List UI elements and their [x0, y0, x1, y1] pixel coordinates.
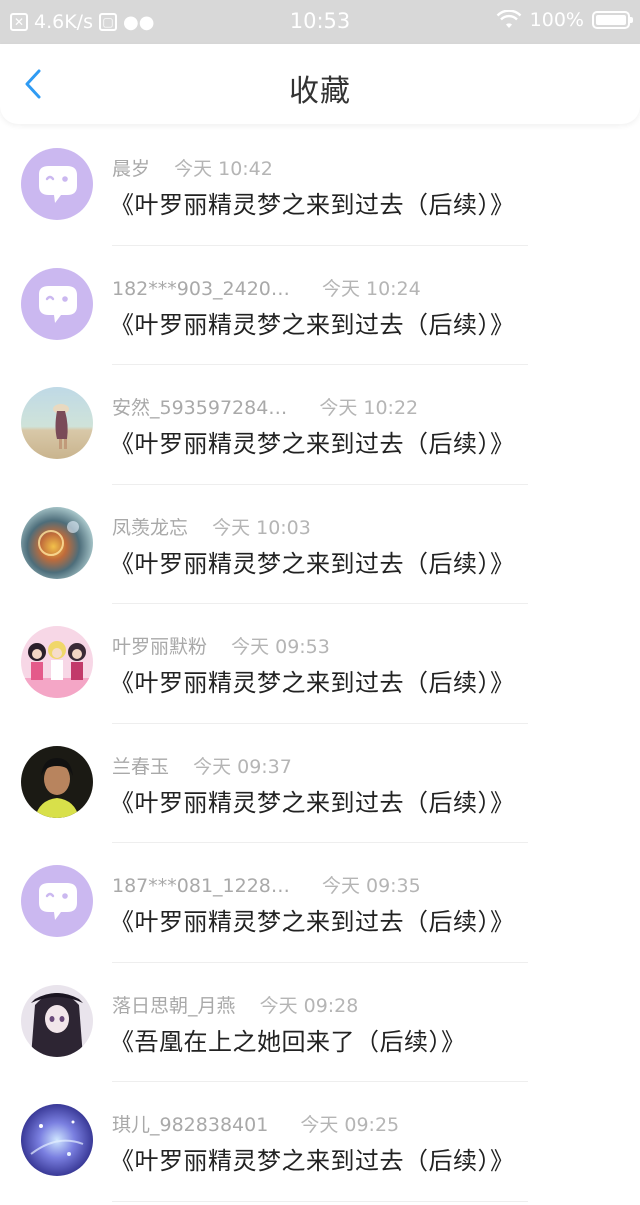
status-bar: ✕ 4.6K/s ▢ ●● 10:53 100%	[0, 0, 640, 44]
post-time: 今天 10:22	[319, 397, 419, 419]
user-name[interactable]: 182***903_2420…	[112, 278, 290, 300]
list-item[interactable]: 兰春玉 今天 09:37 《叶罗丽精灵梦之来到过去（后续）》	[0, 724, 640, 843]
divider	[112, 1200, 528, 1202]
list-item[interactable]: 凤羡龙忘 今天 10:03 《叶罗丽精灵梦之来到过去（后续）》	[0, 485, 640, 604]
nav-bar: 收藏	[0, 44, 640, 124]
galaxy-photo-avatar[interactable]	[21, 1104, 93, 1176]
post-time: 今天 09:53	[231, 636, 330, 658]
status-right: 100%	[496, 9, 633, 31]
battery-icon	[592, 11, 633, 29]
user-name[interactable]: 安然_593597284…	[112, 393, 287, 420]
item-meta: 安然_593597284… 今天 10:22	[112, 393, 418, 420]
post-time: 今天 09:28	[259, 994, 359, 1017]
favorites-list: 晨岁 今天 10:42 《叶罗丽精灵梦之来到过去（后续）》 182***903_…	[0, 126, 640, 1202]
item-meta: 叶罗丽默粉 今天 09:53	[112, 632, 330, 659]
item-title[interactable]: 《吾凰在上之她回来了（后续）》	[110, 1022, 466, 1057]
item-meta: 兰春玉 今天 09:37	[112, 752, 292, 779]
item-meta: 琪儿_982838401 今天 09:25	[112, 1110, 399, 1137]
item-title[interactable]: 《叶罗丽精灵梦之来到过去（后续）》	[110, 424, 515, 459]
list-item[interactable]: 安然_593597284… 今天 10:22 《叶罗丽精灵梦之来到过去（后续）》	[0, 365, 640, 485]
list-item[interactable]: 晨岁 今天 10:42 《叶罗丽精灵梦之来到过去（后续）》	[0, 126, 640, 246]
page-title: 收藏	[289, 74, 351, 109]
list-item[interactable]: 落日思朝_月燕 今天 09:28 《吾凰在上之她回来了（后续）》	[0, 963, 640, 1082]
item-title[interactable]: 《叶罗丽精灵梦之来到过去（后续）》	[110, 1141, 515, 1176]
post-time: 今天 10:42	[174, 158, 273, 180]
beach-girl-photo-avatar[interactable]	[21, 387, 93, 459]
post-time: 今天 10:24	[321, 277, 421, 300]
anime-dolls-photo-avatar[interactable]	[21, 626, 93, 698]
default-chat-avatar-avatar[interactable]	[21, 267, 93, 340]
list-item[interactable]: 叶罗丽默粉 今天 09:53 《叶罗丽精灵梦之来到过去（后续）》	[0, 604, 640, 724]
list-item[interactable]: 琪儿_982838401 今天 09:25 《叶罗丽精灵梦之来到过去（后续）》	[0, 1082, 640, 1202]
item-meta: 187***081_1228… 今天 09:35	[112, 871, 421, 898]
item-title[interactable]: 《叶罗丽精灵梦之来到过去（后续）》	[110, 544, 515, 579]
user-name[interactable]: 琪儿_982838401	[112, 1110, 268, 1137]
item-meta: 晨岁 今天 10:42	[112, 154, 273, 181]
list-item[interactable]: 182***903_2420… 今天 10:24 《叶罗丽精灵梦之来到过去（后续…	[0, 246, 640, 365]
item-title[interactable]: 《叶罗丽精灵梦之来到过去（后续）》	[110, 783, 515, 818]
user-name[interactable]: 落日思朝_月燕	[112, 991, 236, 1018]
post-time: 今天 09:37	[193, 755, 292, 778]
battery-fill	[596, 15, 626, 25]
user-name[interactable]: 晨岁	[112, 154, 150, 181]
list-item[interactable]: 187***081_1228… 今天 09:35 《叶罗丽精灵梦之来到过去（后续…	[0, 843, 640, 963]
item-title[interactable]: 《叶罗丽精灵梦之来到过去（后续）》	[110, 663, 515, 698]
default-chat-avatar-avatar[interactable]	[21, 865, 93, 937]
item-title[interactable]: 《叶罗丽精灵梦之来到过去（后续）》	[110, 902, 515, 937]
item-meta: 182***903_2420… 今天 10:24	[112, 274, 421, 301]
user-name[interactable]: 凤羡龙忘	[112, 513, 188, 540]
post-time: 今天 10:03	[212, 516, 311, 539]
portrait-photo-avatar[interactable]	[21, 745, 93, 818]
item-title[interactable]: 《叶罗丽精灵梦之来到过去（后续）》	[110, 185, 515, 220]
crystal-orb-photo-avatar[interactable]	[21, 506, 93, 579]
item-meta: 落日思朝_月燕 今天 09:28	[112, 991, 358, 1018]
default-chat-avatar-avatar[interactable]	[21, 148, 93, 220]
user-name[interactable]: 叶罗丽默粉	[112, 632, 207, 659]
post-time: 今天 09:35	[321, 875, 421, 897]
anime-girl-dark-avatar[interactable]	[21, 984, 93, 1057]
user-name[interactable]: 187***081_1228…	[112, 875, 290, 897]
battery-percent: 100%	[529, 9, 584, 31]
item-meta: 凤羡龙忘 今天 10:03	[112, 513, 311, 540]
wifi-icon	[496, 10, 522, 28]
item-title[interactable]: 《叶罗丽精灵梦之来到过去（后续）》	[110, 305, 515, 340]
user-name[interactable]: 兰春玉	[112, 752, 169, 779]
post-time: 今天 09:25	[300, 1114, 400, 1136]
